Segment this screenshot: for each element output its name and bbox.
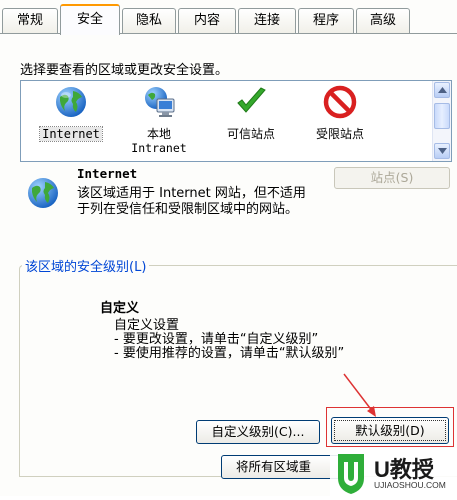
zone-restricted-label: 受限站点 xyxy=(315,127,364,141)
zone-intranet-label: Intranet xyxy=(131,141,187,155)
zone-trusted-sites[interactable]: 可信站点 xyxy=(211,85,291,141)
sites-button[interactable]: 站点(S) xyxy=(334,167,450,189)
globe-icon xyxy=(54,85,88,119)
local-intranet-icon xyxy=(142,85,176,119)
checkmark-icon xyxy=(234,85,268,119)
level-line: - 要使用推荐的设置，请单击“默认级别” xyxy=(114,346,345,361)
level-line: 自定义设置 xyxy=(114,318,180,333)
level-line: - 要更改设置，请单击“自定义级别” xyxy=(114,332,319,347)
security-level-legend: 该区域的安全级别(L) xyxy=(22,256,150,275)
tab-connections[interactable]: 连接 xyxy=(238,8,296,33)
scroll-down-button[interactable] xyxy=(434,143,450,159)
globe-icon xyxy=(26,176,60,210)
zone-description: 该区域适用于 Internet 网站，但不适用于列在受信任和受限制区域中的网站。 xyxy=(77,186,306,217)
zone-list-scrollbar[interactable] xyxy=(432,81,451,161)
zone-local-intranet[interactable]: 本地 Intranet xyxy=(119,85,199,155)
zone-internet-label: Internet xyxy=(39,126,103,142)
security-level-description: 自定义设置 - 要更改设置，请单击“自定义级别” - 要使用推荐的设置，请单击“… xyxy=(114,319,344,361)
zone-instruction: 选择要查看的区域或更改安全设置。 xyxy=(20,63,229,78)
zone-name: Internet xyxy=(77,166,138,181)
zone-list[interactable]: Internet 本地 Intranet 可信站点 受限站点 xyxy=(20,80,452,162)
tab-advanced[interactable]: 高级 xyxy=(356,8,410,33)
tab-general[interactable]: 常规 xyxy=(2,8,58,33)
watermark-logo: U教授 UJIAOSHOU.COM xyxy=(330,448,457,496)
zone-local-label: 本地 xyxy=(146,127,171,141)
custom-level-button[interactable]: 自定义级别(C)... xyxy=(196,420,320,444)
internet-options-dialog: 常规 安全 隐私 内容 连接 程序 高级 选择要查看的区域或更改安全设置。 In… xyxy=(0,0,457,496)
scroll-thumb[interactable] xyxy=(434,103,450,129)
security-level-title: 自定义 xyxy=(100,301,140,316)
tab-programs[interactable]: 程序 xyxy=(298,8,354,33)
watermark-url: UJIAOSHOU.COM xyxy=(374,480,446,490)
tab-security[interactable]: 安全 xyxy=(60,4,120,35)
default-level-button[interactable]: 默认级别(D) xyxy=(331,417,449,444)
scroll-up-button[interactable] xyxy=(434,82,450,98)
zone-trusted-label: 可信站点 xyxy=(226,127,275,141)
zone-internet[interactable]: Internet xyxy=(31,85,111,142)
tab-strip: 常规 安全 隐私 内容 连接 程序 高级 xyxy=(0,0,457,35)
zone-restricted-sites[interactable]: 受限站点 xyxy=(300,85,380,141)
tab-content[interactable]: 内容 xyxy=(178,8,236,33)
tab-privacy[interactable]: 隐私 xyxy=(122,8,176,33)
restricted-icon xyxy=(323,85,357,119)
